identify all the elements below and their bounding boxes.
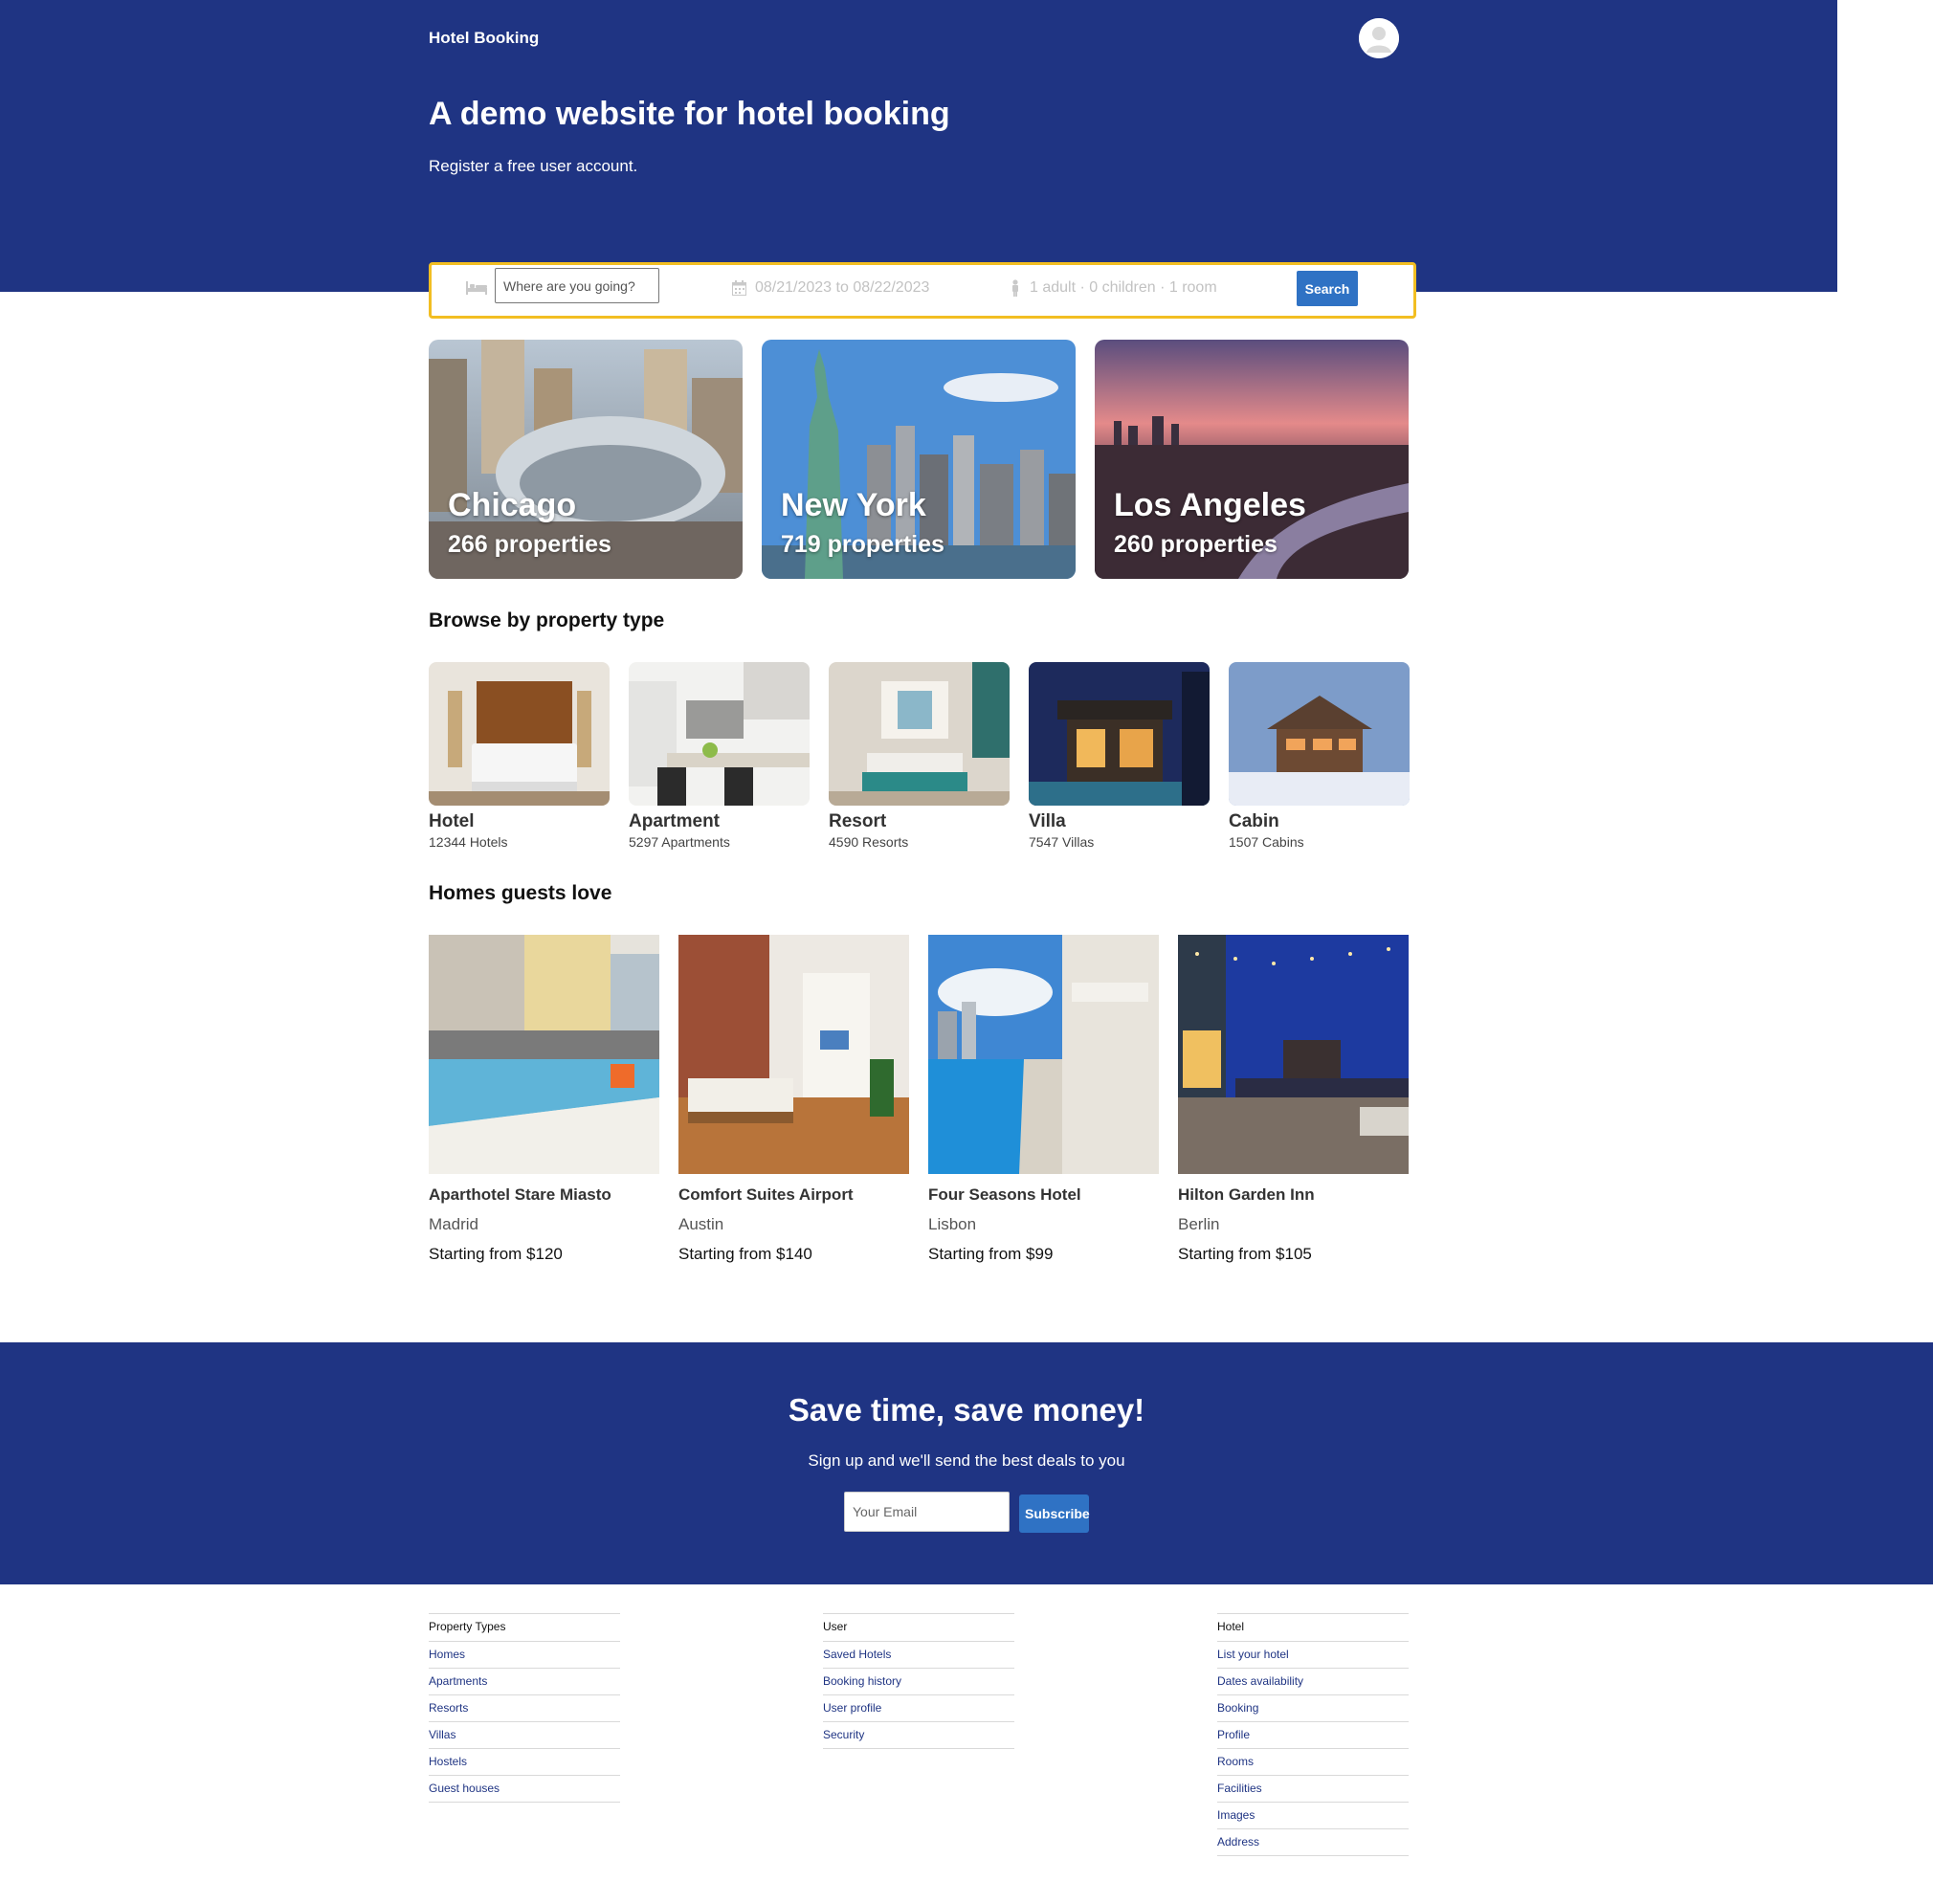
villa-image: [1029, 662, 1210, 806]
property-type-count: 12344 Hotels: [429, 834, 508, 850]
home-city: Austin: [678, 1215, 724, 1233]
footer-link[interactable]: Resorts: [429, 1695, 620, 1722]
guests-selector[interactable]: 1 adult · 0 children · 1 room: [1030, 279, 1217, 297]
home-price: Starting from $99: [928, 1245, 1054, 1263]
footer-column-hotel: Hotel List your hotel Dates availability…: [1217, 1613, 1409, 1856]
home-card[interactable]: Comfort Suites Airport Austin Starting f…: [678, 935, 909, 1264]
home-name: Hilton Garden Inn: [1178, 1185, 1315, 1204]
footer-column-title: Hotel: [1217, 1613, 1409, 1642]
hero-header: [0, 0, 1837, 292]
home-city: Lisbon: [928, 1215, 977, 1233]
city-name: Chicago: [448, 487, 577, 523]
footer-column-property-types: Property Types Homes Apartments Resorts …: [429, 1613, 620, 1803]
home-price: Starting from $140: [678, 1245, 812, 1263]
footer-column-user: User Saved Hotels Booking history User p…: [823, 1613, 1014, 1749]
city-card-chicago[interactable]: Chicago 266 properties: [429, 340, 743, 579]
property-type-villa[interactable]: Villa 7547 Villas: [1029, 662, 1210, 850]
footer-link[interactable]: Address: [1217, 1829, 1409, 1856]
date-range-picker[interactable]: 08/21/2023 to 08/22/2023: [755, 279, 929, 297]
city-card-los-angeles[interactable]: Los Angeles 260 properties: [1095, 340, 1409, 579]
footer-link[interactable]: Security: [823, 1722, 1014, 1749]
home-image: [678, 935, 909, 1174]
home-card[interactable]: Four Seasons Hotel Lisbon Starting from …: [928, 935, 1159, 1264]
section-title-homes: Homes guests love: [429, 882, 612, 904]
footer-link[interactable]: Booking history: [823, 1669, 1014, 1695]
city-property-count: 719 properties: [781, 531, 944, 558]
footer-link[interactable]: Dates availability: [1217, 1669, 1409, 1695]
home-city: Berlin: [1178, 1215, 1220, 1233]
home-image: [928, 935, 1159, 1174]
property-type-count: 4590 Resorts: [829, 834, 909, 850]
email-input[interactable]: [844, 1492, 1010, 1532]
property-type-cabin[interactable]: Cabin 1507 Cabins: [1229, 662, 1410, 850]
footer-link[interactable]: List your hotel: [1217, 1642, 1409, 1669]
property-type-apartment[interactable]: Apartment 5297 Apartments: [629, 662, 810, 850]
bed-icon: [466, 281, 487, 299]
home-image: [429, 935, 659, 1174]
footer-link[interactable]: Hostels: [429, 1749, 620, 1776]
home-card[interactable]: Hilton Garden Inn Berlin Starting from $…: [1178, 935, 1409, 1264]
footer-link[interactable]: Facilities: [1217, 1776, 1409, 1803]
section-title-property-types: Browse by property type: [429, 609, 665, 631]
property-type-name: Resort: [829, 811, 887, 831]
subscribe-button[interactable]: Subscribe: [1019, 1494, 1090, 1533]
hotel-image: [429, 662, 610, 806]
home-price: Starting from $120: [429, 1245, 563, 1263]
newsletter-title: Save time, save money!: [788, 1392, 1145, 1428]
footer-column-title: Property Types: [429, 1613, 620, 1642]
destination-input[interactable]: [495, 268, 659, 303]
home-name: Four Seasons Hotel: [928, 1185, 1081, 1204]
calendar-icon: [732, 280, 746, 300]
search-button[interactable]: Search: [1297, 271, 1358, 306]
brand-logo[interactable]: Hotel Booking: [429, 29, 539, 48]
city-name: Los Angeles: [1114, 487, 1306, 523]
footer-link[interactable]: User profile: [823, 1695, 1014, 1722]
footer-link[interactable]: Booking: [1217, 1695, 1409, 1722]
home-city: Madrid: [429, 1215, 478, 1233]
page-headline: A demo website for hotel booking: [429, 96, 950, 132]
home-price: Starting from $105: [1178, 1245, 1312, 1263]
city-card-new-york[interactable]: New York 719 properties: [762, 340, 1076, 579]
footer-link[interactable]: Profile: [1217, 1722, 1409, 1749]
footer-link[interactable]: Guest houses: [429, 1776, 620, 1803]
property-type-name: Hotel: [429, 811, 475, 831]
property-type-count: 5297 Apartments: [629, 834, 730, 850]
footer-link[interactable]: Saved Hotels: [823, 1642, 1014, 1669]
city-name: New York: [781, 487, 926, 523]
home-name: Aparthotel Stare Miasto: [429, 1185, 611, 1204]
property-type-hotel[interactable]: Hotel 12344 Hotels: [429, 662, 610, 850]
footer-link[interactable]: Homes: [429, 1642, 620, 1669]
city-property-count: 266 properties: [448, 531, 611, 558]
resort-image: [829, 662, 1010, 806]
page-subheadline: Register a free user account.: [429, 157, 638, 175]
apartment-image: [629, 662, 810, 806]
person-icon: [1011, 279, 1020, 301]
property-type-name: Cabin: [1229, 811, 1279, 831]
footer-link[interactable]: Rooms: [1217, 1749, 1409, 1776]
cabin-image: [1229, 662, 1410, 806]
property-type-resort[interactable]: Resort 4590 Resorts: [829, 662, 1010, 850]
footer-link[interactable]: Villas: [429, 1722, 620, 1749]
property-type-count: 1507 Cabins: [1229, 834, 1304, 850]
avatar-icon[interactable]: [1359, 18, 1399, 58]
footer-link[interactable]: Images: [1217, 1803, 1409, 1829]
property-type-name: Apartment: [629, 811, 721, 831]
home-image: [1178, 935, 1409, 1174]
city-property-count: 260 properties: [1114, 531, 1278, 558]
property-type-count: 7547 Villas: [1029, 834, 1095, 850]
newsletter-subtitle: Sign up and we'll send the best deals to…: [808, 1451, 1125, 1470]
footer-column-title: User: [823, 1613, 1014, 1642]
home-card[interactable]: Aparthotel Stare Miasto Madrid Starting …: [429, 935, 659, 1264]
home-name: Comfort Suites Airport: [678, 1185, 854, 1204]
property-type-name: Villa: [1029, 811, 1066, 831]
footer-link[interactable]: Apartments: [429, 1669, 620, 1695]
